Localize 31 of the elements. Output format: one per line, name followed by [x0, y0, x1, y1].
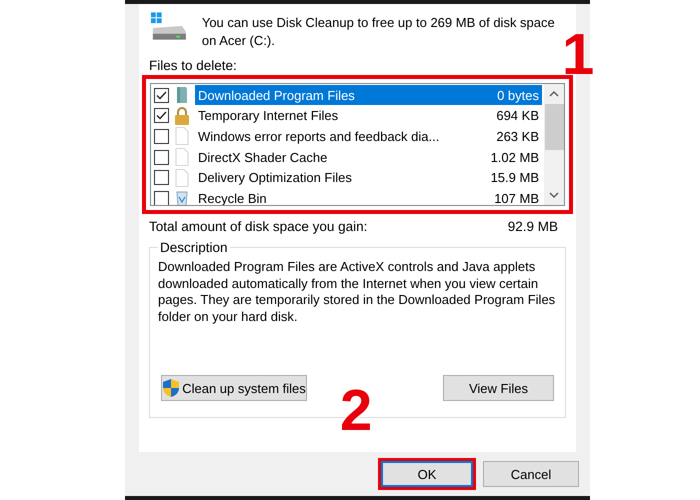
checkbox[interactable]	[154, 150, 169, 165]
file-list-item[interactable]: Downloaded Program Files 0 bytes	[195, 85, 542, 106]
folder-icon	[176, 86, 188, 104]
document-icon	[175, 148, 189, 166]
checkbox[interactable]	[154, 170, 169, 186]
view-files-button[interactable]: View Files	[443, 375, 554, 401]
step-number: 1	[562, 26, 594, 84]
checkbox[interactable]	[154, 88, 169, 103]
recycle-bin-icon	[175, 189, 189, 205]
checkbox[interactable]	[154, 190, 169, 205]
description-text: Downloaded Program Files are ActiveX controls and Java applets downloaded automatically from the Internet when you view certain pages. They are temporarily stored in the Downloaded Program Files folder on your hard disk.	[158, 259, 556, 326]
step-number: 2	[340, 382, 372, 440]
group-title: Description	[159, 240, 229, 255]
scrollbar[interactable]	[544, 84, 564, 205]
clean-up-button[interactable]: Clean up system files	[161, 375, 307, 401]
info-message: You can use Disk Cleanup to free up to 269 MB of disk space on Acer (C:).	[202, 14, 556, 50]
lock-icon	[174, 106, 190, 125]
shield-icon	[162, 378, 180, 398]
file-list-item[interactable]: Temporary Internet Files 694 KB	[195, 106, 542, 126]
files-label: Files to delete:	[149, 58, 238, 73]
checkbox[interactable]	[154, 128, 169, 144]
file-list-item[interactable]: Delivery Optimization Files 15.9 MB	[195, 168, 542, 188]
document-icon	[175, 127, 189, 146]
file-list-item[interactable]: Windows error reports and feedback dia... 263 KB	[195, 126, 542, 146]
ok-button[interactable]: OK	[381, 461, 473, 487]
total-label: Total amount of disk space you gain:	[149, 219, 368, 234]
document-icon	[175, 168, 189, 187]
file-list-item[interactable]: DirectX Shader Cache 1.02 MB	[195, 147, 542, 168]
total-value: 92.9 MB	[508, 219, 558, 234]
cancel-button[interactable]: Cancel	[483, 461, 579, 487]
checkbox[interactable]	[154, 108, 169, 124]
